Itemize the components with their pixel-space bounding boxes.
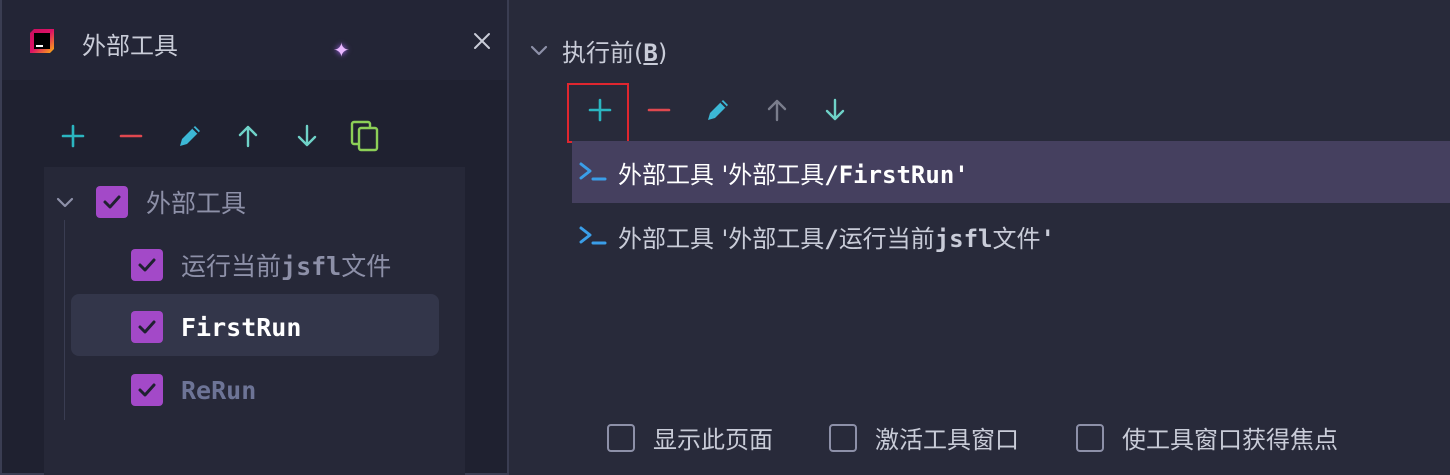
- tree-item-run-jsfl[interactable]: 运行当前jsfl文件: [131, 247, 391, 283]
- close-button[interactable]: [469, 28, 495, 54]
- window-title: 外部工具: [82, 32, 178, 60]
- close-icon: [474, 33, 490, 49]
- move-task-up-button[interactable]: [760, 93, 794, 127]
- chevron-down-icon[interactable]: [54, 191, 76, 213]
- show-page-label: 显示此页面: [653, 426, 773, 454]
- focus-tool-window-label: 使工具窗口获得焦点: [1122, 426, 1338, 454]
- arrow-up-icon: [767, 99, 787, 122]
- item-checkbox[interactable]: [131, 374, 163, 406]
- window-titlebar: [2, 0, 507, 80]
- chevron-down-icon[interactable]: [528, 39, 550, 61]
- sparkle-icon: ✦: [333, 38, 350, 62]
- terminal-icon: [579, 226, 607, 245]
- activate-tool-window-checkbox[interactable]: [829, 423, 857, 452]
- task-row-run-jsfl[interactable]: 外部工具 '外部工具/运行当前jsfl文件': [578, 205, 1055, 267]
- activate-tool-window-label: 激活工具窗口: [875, 426, 1019, 454]
- tree-group-external-tools[interactable]: 外部工具: [54, 184, 246, 220]
- tree-item-rerun[interactable]: ReRun: [131, 372, 256, 408]
- edit-icon: [708, 100, 728, 120]
- show-page-checkbox[interactable]: [607, 423, 635, 452]
- edit-task-button[interactable]: [701, 93, 735, 127]
- tree-item-firstrun[interactable]: FirstRun: [131, 309, 301, 345]
- before-launch-title: 执行前(B): [562, 38, 668, 67]
- check-icon: [138, 383, 156, 397]
- focus-tool-window-option[interactable]: 使工具窗口获得焦点: [1076, 420, 1338, 455]
- show-page-option[interactable]: 显示此页面: [607, 420, 773, 455]
- item-label: ReRun: [181, 375, 257, 405]
- item-checkbox[interactable]: [131, 249, 163, 281]
- terminal-icon: [579, 162, 607, 181]
- plus-icon: [61, 124, 85, 148]
- check-icon: [138, 320, 156, 334]
- task-label: 外部工具 '外部工具/FirstRun': [618, 160, 969, 189]
- arrow-down-icon: [297, 124, 317, 147]
- item-checkbox[interactable]: [131, 311, 163, 343]
- item-label: FirstRun: [181, 312, 302, 342]
- group-label: 外部工具: [146, 189, 247, 218]
- plus-icon: [588, 98, 612, 122]
- add-task-button[interactable]: [583, 93, 617, 127]
- task-row-firstrun[interactable]: 外部工具 '外部工具/FirstRun': [578, 141, 969, 203]
- tree-guide-line: [64, 220, 65, 420]
- edit-icon: [180, 126, 200, 146]
- task-label: 外部工具 '外部工具/运行当前jsfl文件': [618, 224, 1055, 253]
- copy-tool-button[interactable]: [348, 119, 382, 153]
- check-icon: [138, 258, 156, 272]
- arrow-down-icon: [825, 98, 845, 121]
- move-task-down-button[interactable]: [818, 93, 852, 127]
- arrow-up-icon: [238, 125, 258, 148]
- edit-tool-button[interactable]: [173, 119, 207, 153]
- rider-logo-icon: [30, 29, 54, 53]
- remove-task-button[interactable]: [642, 93, 676, 127]
- minus-icon: [119, 134, 143, 138]
- item-label: 运行当前jsfl文件: [181, 252, 392, 281]
- copy-icon: [350, 120, 379, 152]
- minus-icon: [647, 108, 671, 112]
- group-checkbox[interactable]: [96, 186, 128, 218]
- focus-tool-window-checkbox[interactable]: [1076, 423, 1104, 452]
- move-down-button[interactable]: [290, 119, 324, 153]
- check-icon: [103, 195, 121, 209]
- move-up-button[interactable]: [231, 119, 265, 153]
- add-tool-button[interactable]: [56, 119, 90, 153]
- before-launch-header[interactable]: 执行前(B): [528, 30, 667, 70]
- remove-tool-button[interactable]: [114, 119, 148, 153]
- activate-tool-window-option[interactable]: 激活工具窗口: [829, 420, 1019, 455]
